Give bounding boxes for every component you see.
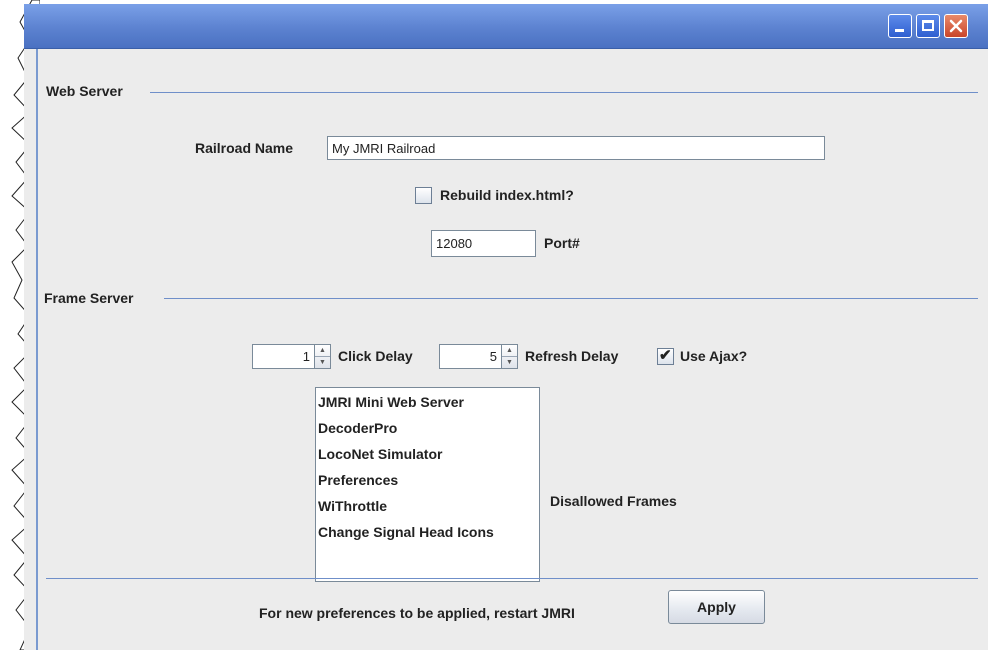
port-label: Port# bbox=[544, 235, 580, 251]
list-item[interactable]: Change Signal Head Icons bbox=[318, 524, 494, 540]
checkmark-icon: ✔ bbox=[659, 347, 672, 364]
disallowed-frames-label: Disallowed Frames bbox=[550, 493, 677, 509]
list-item[interactable]: Preferences bbox=[318, 472, 398, 488]
frame-server-section-title: Frame Server bbox=[44, 290, 134, 306]
spinner-down-arrow-icon[interactable]: ▼ bbox=[315, 357, 330, 368]
refresh-delay-label: Refresh Delay bbox=[525, 348, 619, 364]
title-bar[interactable] bbox=[24, 4, 988, 49]
minimize-icon bbox=[895, 29, 904, 32]
rebuild-index-checkbox[interactable] bbox=[415, 187, 432, 204]
left-border bbox=[36, 49, 38, 650]
refresh-delay-spinner[interactable]: 5 ▲ ▼ bbox=[439, 344, 519, 369]
restart-note: For new preferences to be applied, resta… bbox=[259, 605, 575, 621]
rebuild-index-label: Rebuild index.html? bbox=[440, 187, 574, 203]
frames-list[interactable]: JMRI Mini Web Server DecoderPro LocoNet … bbox=[315, 387, 540, 582]
list-item[interactable]: WiThrottle bbox=[318, 498, 387, 514]
frame-server-separator bbox=[164, 298, 978, 299]
railroad-name-field[interactable] bbox=[327, 136, 825, 160]
spinner-up-arrow-icon[interactable]: ▲ bbox=[315, 345, 330, 357]
maximize-button[interactable] bbox=[916, 14, 940, 38]
click-delay-spinner[interactable]: 1 ▲ ▼ bbox=[252, 344, 332, 369]
spinner-up-arrow-icon[interactable]: ▲ bbox=[502, 345, 517, 357]
maximize-icon bbox=[922, 20, 934, 31]
click-delay-label: Click Delay bbox=[338, 348, 413, 364]
web-server-separator bbox=[150, 92, 978, 93]
use-ajax-label: Use Ajax? bbox=[680, 348, 748, 364]
list-item[interactable]: LocoNet Simulator bbox=[318, 446, 442, 462]
preferences-window: Web Server Railroad Name Rebuild index.h… bbox=[24, 4, 988, 650]
click-delay-value[interactable]: 1 bbox=[252, 344, 315, 369]
spinner-down-arrow-icon[interactable]: ▼ bbox=[502, 357, 517, 368]
close-icon bbox=[949, 19, 963, 33]
apply-button[interactable]: Apply bbox=[668, 590, 765, 624]
minimize-button[interactable] bbox=[888, 14, 912, 38]
port-field[interactable] bbox=[431, 230, 536, 257]
close-button[interactable] bbox=[944, 14, 968, 38]
list-item[interactable]: DecoderPro bbox=[318, 420, 397, 436]
use-ajax-checkbox[interactable]: ✔ bbox=[657, 347, 674, 365]
railroad-name-label: Railroad Name bbox=[195, 140, 294, 156]
web-server-section-title: Web Server bbox=[46, 83, 123, 99]
preferences-panel: Web Server Railroad Name Rebuild index.h… bbox=[24, 49, 988, 650]
list-item[interactable]: JMRI Mini Web Server bbox=[318, 394, 464, 410]
refresh-delay-value[interactable]: 5 bbox=[439, 344, 502, 369]
footer-separator bbox=[46, 578, 978, 579]
